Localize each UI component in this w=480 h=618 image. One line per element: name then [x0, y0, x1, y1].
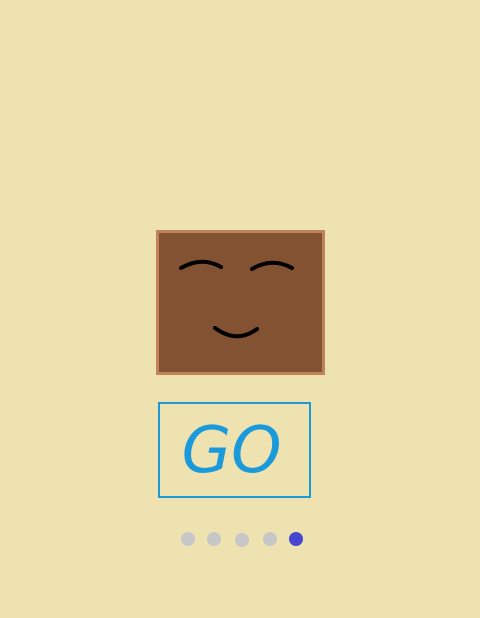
left-eye	[179, 259, 223, 270]
game-screen: GO	[0, 0, 480, 618]
go-button-label: GO	[181, 414, 282, 488]
right-eye	[250, 260, 294, 271]
page-dot-4[interactable]	[263, 532, 277, 546]
page-dot-5[interactable]	[289, 532, 303, 546]
smiling-face-icon	[179, 259, 294, 339]
face-card	[156, 230, 325, 375]
page-dot-2[interactable]	[207, 532, 221, 546]
mouth	[213, 326, 259, 339]
go-button[interactable]: GO	[158, 402, 311, 498]
page-dot-1[interactable]	[181, 532, 195, 546]
page-dot-3[interactable]	[235, 533, 249, 547]
